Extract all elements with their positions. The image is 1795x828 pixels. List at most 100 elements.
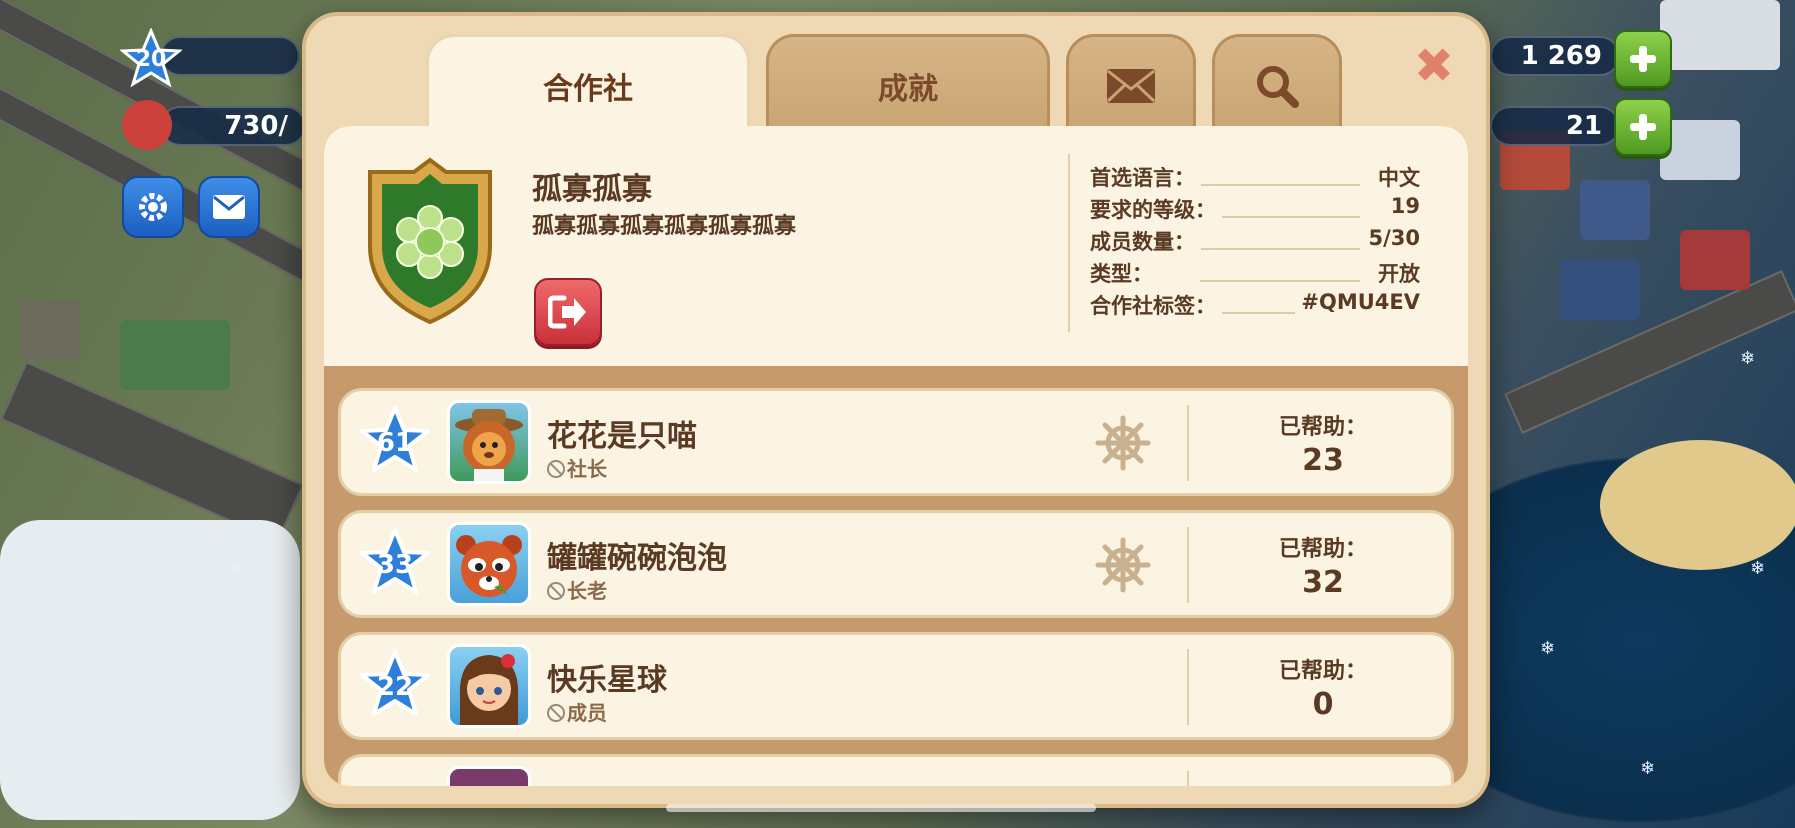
close-icon: ✖ <box>1413 38 1455 94</box>
coop-name: 孤寡孤寡 <box>532 172 652 207</box>
member-row-partial[interactable] <box>338 754 1454 786</box>
tab-coop[interactable]: 合作社 <box>426 34 750 134</box>
stat-label: 成员数量： <box>1090 226 1201 256</box>
stat-language: 首选语言： 中文 <box>1090 162 1420 194</box>
player-level-star: 20 <box>119 27 183 90</box>
coop-dialog: 合作社 成就 ✖ 孤寡孤寡 孤寡孤寡孤寡孤寡孤寡孤寡 首选语言： 中文 要求的等… <box>302 12 1490 808</box>
population-bar: 730/ <box>160 106 306 146</box>
stat-coop-tag: 合作社标签： #QMU4EV <box>1090 290 1420 322</box>
stat-label: 类型： <box>1090 258 1159 288</box>
member-role-label: 成员 <box>567 701 607 725</box>
lion-avatar <box>447 400 531 484</box>
house <box>1580 180 1650 240</box>
rank-icon <box>547 704 565 722</box>
girl-avatar <box>447 644 531 728</box>
stat-value: #QMU4EV <box>1295 290 1420 314</box>
helm-wheel-icon <box>1095 415 1151 471</box>
stat-required-level: 要求的等级： 19 <box>1090 194 1420 226</box>
building <box>20 300 80 360</box>
home-indicator <box>666 804 1096 812</box>
member-row[interactable]: 33 罐罐碗碗泡泡 长老 已帮助： 32 <box>338 510 1454 618</box>
member-role: 社长 <box>547 453 607 482</box>
add-cash-button[interactable] <box>1614 98 1672 156</box>
tab-search[interactable] <box>1212 34 1342 134</box>
gear-icon <box>139 193 167 221</box>
stat-value: 中文 <box>1372 162 1420 192</box>
search-icon <box>1257 65 1299 108</box>
stat-member-count: 成员数量： 5/30 <box>1090 226 1420 258</box>
snowflake-icon: ❄ <box>230 558 246 579</box>
population-value: 730/ <box>224 111 288 141</box>
tab-coop-label: 合作社 <box>543 71 633 107</box>
helped-label: 已帮助： <box>1278 537 1367 562</box>
helped-count: 32 <box>1302 565 1344 600</box>
member-row[interactable]: 22 快乐星球 成员 已帮助： 0 <box>338 632 1454 740</box>
tab-achievements-label: 成就 <box>878 71 938 107</box>
settings-button[interactable] <box>122 176 184 238</box>
member-name: 花花是只喵 <box>547 419 697 454</box>
member-avatar <box>447 766 531 786</box>
mail-button[interactable] <box>198 176 260 238</box>
coop-stats: 首选语言： 中文 要求的等级： 19 成员数量： 5/30 类型： 开放 合作社… <box>1090 162 1420 322</box>
member-level: 33 <box>376 550 414 580</box>
helm-wheel-icon <box>1095 537 1151 593</box>
snowflake-icon: ❄ <box>1540 638 1556 659</box>
member-level-star: 33 <box>359 527 431 599</box>
stat-value: 19 <box>1384 194 1420 218</box>
member-name: 罐罐碗碗泡泡 <box>547 541 727 576</box>
member-level-star: 61 <box>359 405 431 477</box>
member-level-star: 22 <box>359 649 431 721</box>
stat-value: 5/30 <box>1362 226 1420 250</box>
stat-type: 类型： 开放 <box>1090 258 1420 290</box>
snowflake-icon: ❄ <box>1750 558 1766 579</box>
coins-value: 1 269 <box>1520 41 1602 71</box>
stat-label: 要求的等级： <box>1090 194 1222 224</box>
cash-value: 21 <box>1565 111 1602 141</box>
beach <box>1600 440 1795 570</box>
cash-bar: 21 <box>1490 106 1620 146</box>
building <box>120 320 230 390</box>
rank-icon <box>547 460 565 478</box>
helped-label: 已帮助： <box>1278 659 1367 684</box>
member-role-label: 长老 <box>567 579 607 603</box>
stat-value: 开放 <box>1372 258 1420 288</box>
snowflake-icon: ❄ <box>1640 758 1656 779</box>
leave-coop-button[interactable] <box>534 278 602 346</box>
member-level: 22 <box>376 672 414 702</box>
envelope-icon <box>213 195 245 219</box>
add-coins-button[interactable] <box>1614 30 1672 88</box>
helped-label: 已帮助： <box>1278 415 1367 440</box>
house <box>1660 120 1740 180</box>
stat-label: 首选语言： <box>1090 162 1201 192</box>
coop-panel: 孤寡孤寡 孤寡孤寡孤寡孤寡孤寡孤寡 首选语言： 中文 要求的等级： 19 成员数… <box>324 126 1468 786</box>
member-divider <box>1187 771 1189 786</box>
tab-achievements[interactable]: 成就 <box>766 34 1050 134</box>
population-icon <box>122 100 172 150</box>
house <box>1560 260 1640 320</box>
tab-mail[interactable] <box>1066 34 1196 134</box>
envelope-icon <box>1106 68 1156 103</box>
red-panda-avatar <box>447 522 531 606</box>
member-level: 61 <box>376 428 414 458</box>
member-role-label: 社长 <box>567 457 607 481</box>
info-divider <box>1068 154 1070 332</box>
member-role: 成员 <box>547 697 607 726</box>
player-level: 20 <box>135 46 167 72</box>
rank-icon <box>547 582 565 600</box>
coins-bar: 1 269 <box>1490 36 1620 76</box>
coop-description: 孤寡孤寡孤寡孤寡孤寡孤寡 <box>532 214 797 239</box>
helped-count: 0 <box>1312 687 1334 722</box>
hospital-building <box>1660 0 1780 70</box>
exit-icon <box>548 295 586 329</box>
member-role: 长老 <box>547 575 607 604</box>
helped-count: 23 <box>1302 443 1344 478</box>
snowflake-icon: ❄ <box>1740 348 1756 369</box>
member-name: 快乐星球 <box>547 663 667 698</box>
member-row[interactable]: 61 花花是只喵 社长 已帮助： 23 <box>338 388 1454 496</box>
coop-badge-icon <box>368 157 492 325</box>
snow-field <box>0 520 300 820</box>
close-button[interactable]: ✖ <box>1412 42 1456 90</box>
stat-label: 合作社标签： <box>1090 290 1222 320</box>
coop-info-card: 孤寡孤寡 孤寡孤寡孤寡孤寡孤寡孤寡 首选语言： 中文 要求的等级： 19 成员数… <box>324 126 1468 366</box>
house <box>1680 230 1750 290</box>
